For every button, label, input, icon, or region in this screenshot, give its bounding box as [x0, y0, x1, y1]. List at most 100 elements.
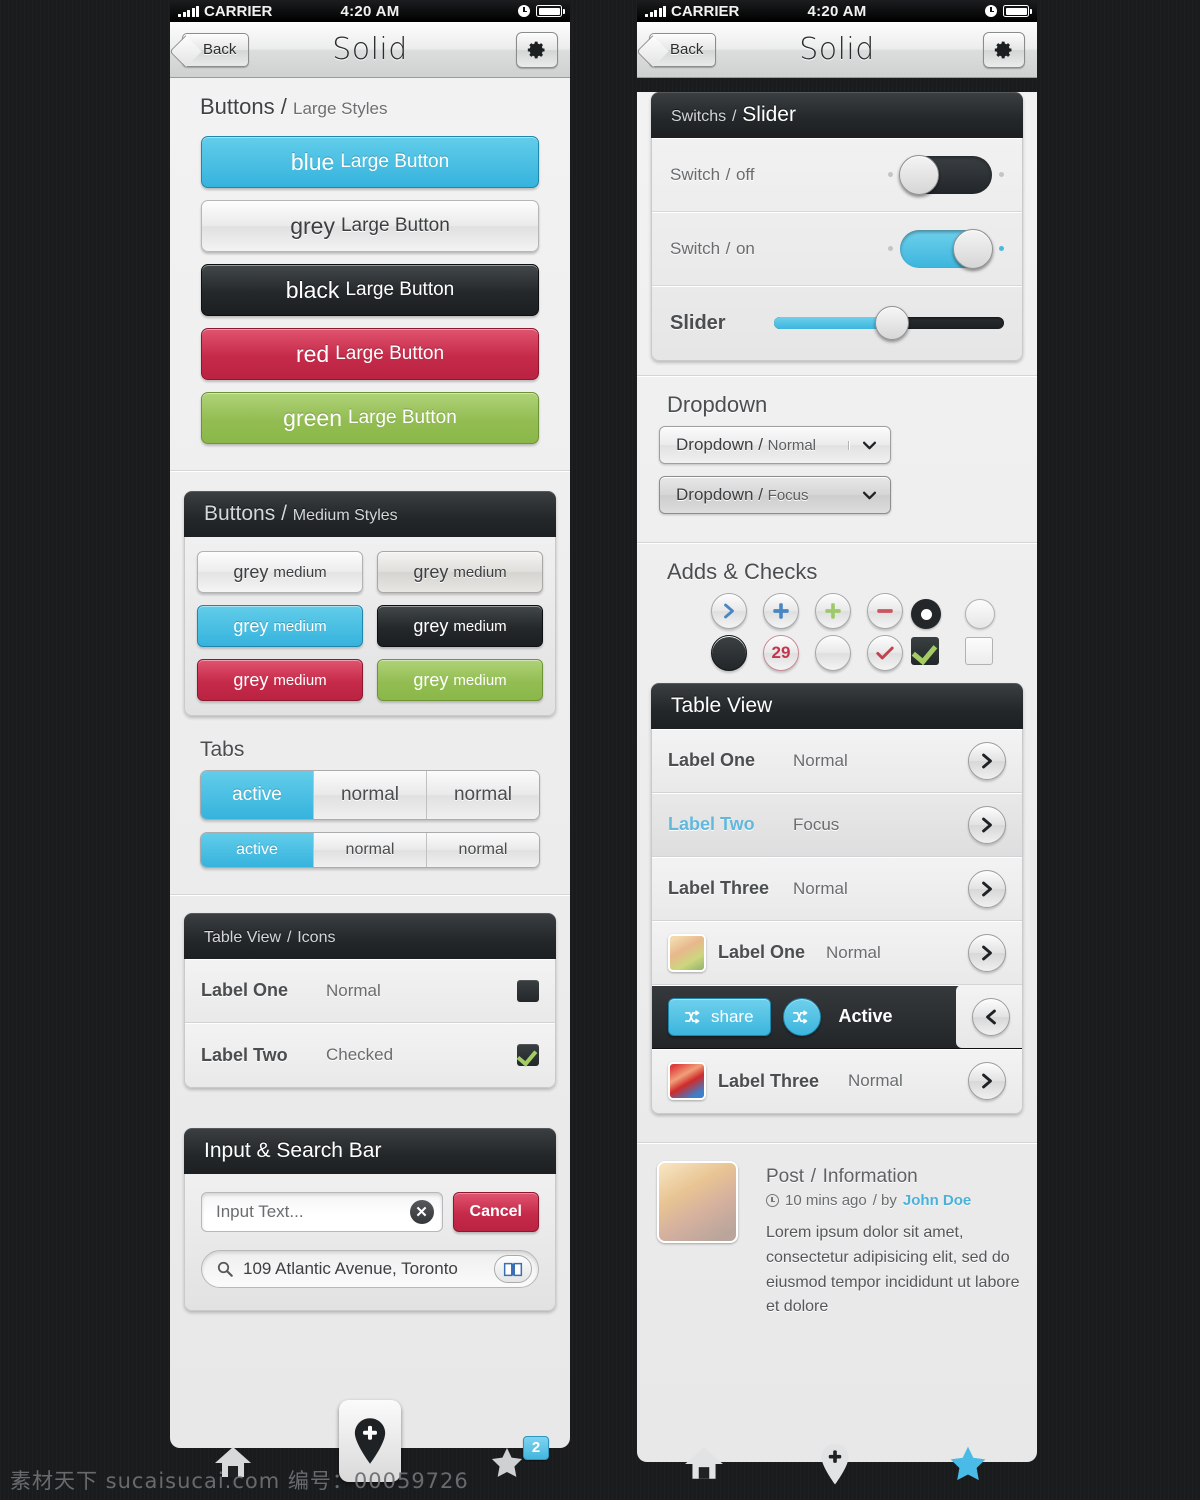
- status-right-group: [985, 5, 1032, 17]
- dropdown-label: Dropdown / Focus: [660, 485, 848, 505]
- radio-selected-icon[interactable]: [911, 599, 941, 629]
- chevron-right-icon[interactable]: [711, 593, 747, 629]
- medium-button-grey-light[interactable]: grey medium: [197, 551, 363, 593]
- chevron-down-icon[interactable]: [848, 440, 890, 450]
- book-icon[interactable]: [494, 1255, 532, 1283]
- row-accessory[interactable]: [968, 741, 1006, 780]
- medium-button-green[interactable]: grey medium: [377, 659, 543, 701]
- tab-bar-item-home[interactable]: [683, 1445, 725, 1488]
- solid-dark-circle-icon[interactable]: [711, 635, 747, 671]
- dropdown-focus[interactable]: Dropdown / Focus: [659, 476, 891, 514]
- slider-track[interactable]: [774, 306, 1004, 340]
- chevron-down-icon[interactable]: [848, 491, 890, 500]
- large-button-black[interactable]: black Large Button: [201, 264, 539, 316]
- post-time: 10 mins ago: [785, 1192, 867, 1209]
- switch-knob[interactable]: [899, 154, 939, 195]
- row-accessory[interactable]: [968, 933, 1006, 972]
- row-accessory[interactable]: [968, 869, 1006, 908]
- clear-circle-icon[interactable]: ✕: [409, 1200, 434, 1224]
- post-avatar: [657, 1161, 738, 1243]
- search-input-field[interactable]: 109 Atlantic Avenue, Toronto: [201, 1250, 539, 1288]
- status-bar-right: CARRIER 4:20 AM: [637, 0, 1037, 22]
- table-row-focus[interactable]: Label Two Focus: [652, 793, 1022, 857]
- table-row-active[interactable]: share Active: [652, 985, 1022, 1049]
- switch-toggle-off[interactable]: [899, 154, 992, 195]
- switches-body: Switch / off Switch / on Slider: [651, 138, 1023, 361]
- header-sep: /: [286, 929, 292, 946]
- medium-button-red[interactable]: grey medium: [197, 659, 363, 701]
- tab-active[interactable]: active: [201, 833, 313, 867]
- medium-button-black[interactable]: grey medium: [377, 605, 543, 647]
- table-row-with-avatar[interactable]: Label Three Normal: [652, 1049, 1022, 1113]
- unchecked-checkbox-icon[interactable]: [517, 979, 539, 1002]
- row-label: Label One: [201, 980, 289, 1000]
- tab-normal-1[interactable]: normal: [313, 771, 426, 819]
- medium-button-label: medium: [453, 617, 507, 635]
- tab-active[interactable]: active: [201, 771, 313, 819]
- dropdown-normal[interactable]: Dropdown / Normal: [659, 426, 891, 464]
- plus-green-icon[interactable]: [815, 593, 851, 629]
- row-accessory[interactable]: [517, 979, 539, 1002]
- cancel-button[interactable]: Cancel: [452, 1192, 539, 1232]
- plus-blue-icon[interactable]: [763, 593, 799, 629]
- status-bar-left: CARRIER 4:20 AM: [170, 0, 570, 22]
- large-button-accent: black: [285, 276, 340, 303]
- minus-red-icon[interactable]: [867, 593, 903, 629]
- chevron-left-icon[interactable]: [972, 997, 1010, 1036]
- tab-normal-2[interactable]: normal: [426, 771, 539, 819]
- row-accessory[interactable]: [956, 985, 1022, 1048]
- share-button[interactable]: share: [668, 997, 771, 1036]
- back-button[interactable]: Back: [182, 32, 250, 67]
- shuffle-circle-button[interactable]: [782, 997, 821, 1036]
- tab-bar-item-star[interactable]: 2: [487, 1435, 549, 1487]
- tab-normal-1[interactable]: normal: [313, 833, 426, 867]
- row-accessory[interactable]: [968, 805, 1006, 844]
- table-row[interactable]: Label Two Checked: [185, 1023, 555, 1087]
- table-row[interactable]: Label Three Normal: [652, 857, 1022, 921]
- phone-left: CARRIER 4:20 AM Back Solid Buttons / Lar…: [170, 0, 570, 1448]
- medium-button-accent: grey: [233, 669, 269, 690]
- chevron-right-icon[interactable]: [968, 869, 1006, 908]
- tab-normal-2[interactable]: normal: [426, 833, 539, 867]
- checked-checkbox-icon[interactable]: [517, 1044, 539, 1066]
- checkbox-unchecked-icon[interactable]: [965, 637, 993, 665]
- settings-button[interactable]: [983, 31, 1025, 68]
- tab-bar-item-pin[interactable]: [818, 1442, 852, 1491]
- switch-label: Switch / off: [670, 163, 755, 186]
- back-button[interactable]: Back: [649, 32, 717, 67]
- row-accessory[interactable]: [517, 1044, 539, 1066]
- large-button-blue[interactable]: blue Large Button: [201, 136, 539, 188]
- section-header-table-icons: Table View / Icons: [184, 913, 556, 959]
- table-row[interactable]: Label One Normal: [185, 959, 555, 1023]
- star-badge: 2: [523, 1435, 549, 1460]
- post-content: Post / Information 10 mins ago / by John…: [766, 1161, 1021, 1320]
- tab-group-small: active normal normal: [200, 832, 540, 868]
- chevron-right-icon[interactable]: [968, 933, 1006, 972]
- chevron-right-icon[interactable]: [968, 1062, 1006, 1100]
- post-author[interactable]: John Doe: [903, 1192, 971, 1209]
- table-row-with-avatar[interactable]: Label One Normal: [652, 921, 1022, 985]
- large-button-green[interactable]: green Large Button: [201, 392, 539, 444]
- settings-button[interactable]: [516, 31, 558, 68]
- large-button-grey[interactable]: grey Large Button: [201, 200, 539, 252]
- empty-circle-icon[interactable]: [815, 635, 851, 671]
- chevron-right-icon[interactable]: [968, 805, 1006, 844]
- row-accessory[interactable]: [968, 1062, 1006, 1100]
- medium-button-blue[interactable]: grey medium: [197, 605, 363, 647]
- chevron-right-icon[interactable]: [968, 741, 1006, 780]
- adds-checks-body: 29: [637, 593, 1037, 677]
- checkbox-checked-icon[interactable]: [911, 637, 939, 665]
- switch-toggle-on[interactable]: [900, 228, 993, 269]
- check-red-icon[interactable]: [867, 635, 903, 671]
- slider-knob[interactable]: [875, 306, 910, 340]
- tab-bar-item-star[interactable]: [945, 1442, 991, 1491]
- medium-button-grey-dark[interactable]: grey medium: [377, 551, 543, 593]
- radio-unselected-icon[interactable]: [965, 599, 995, 629]
- table-row[interactable]: Label One Normal: [652, 729, 1022, 793]
- large-button-red[interactable]: red Large Button: [201, 328, 539, 380]
- text-input-field[interactable]: Input Text... ✕: [201, 1192, 443, 1232]
- row-label: Label Three: [668, 878, 770, 898]
- badge-29[interactable]: 29: [763, 635, 799, 671]
- switch-knob[interactable]: [953, 228, 993, 269]
- large-button-label: Large Button: [348, 407, 457, 428]
